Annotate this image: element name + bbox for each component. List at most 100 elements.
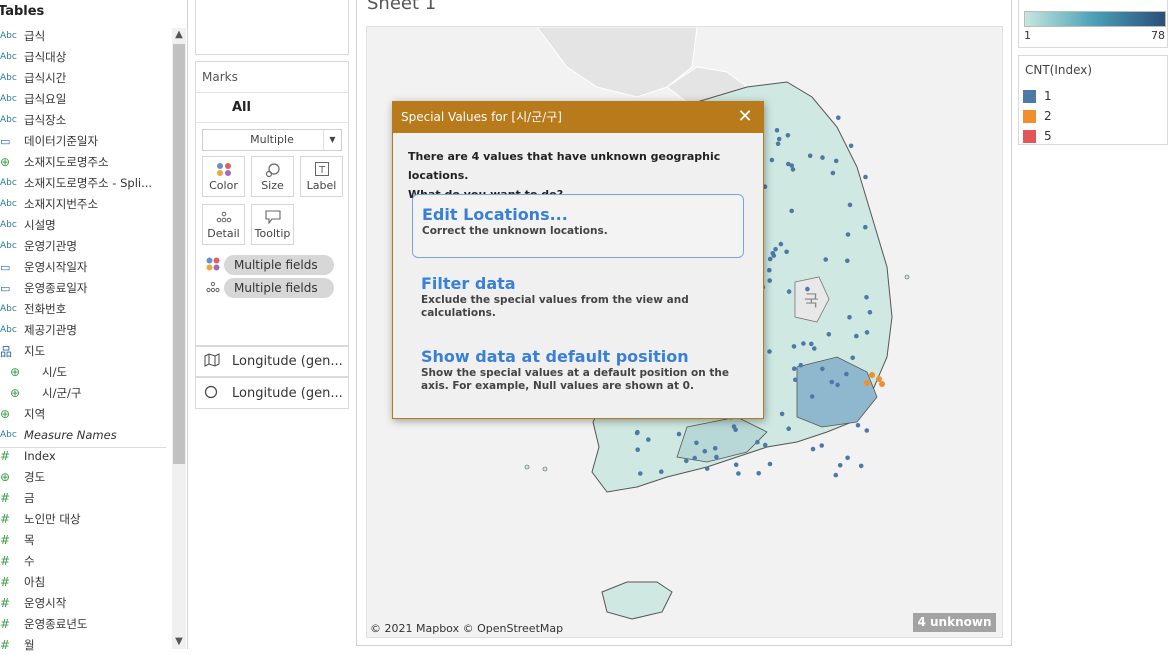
field-item[interactable]: ⊕ 시/도 [0,362,170,382]
size-button[interactable]: Size [251,156,294,197]
field-item[interactable]: # 아침 [0,572,170,592]
field-item[interactable]: Abc 시설명 [0,215,170,235]
map-point [779,411,785,417]
field-item[interactable]: # 노인만 대상 [0,509,170,529]
legend-item[interactable]: 2 [1023,109,1052,123]
field-item[interactable]: Abc 급식장소 [0,110,170,130]
option-heading[interactable]: Filter data [421,274,735,294]
color-button[interactable]: Color [202,156,245,197]
map-point [829,379,835,385]
field-item[interactable]: ⊕ 지역 [0,404,170,424]
legend-item[interactable]: 1 [1023,89,1052,103]
marks-all-tab[interactable]: All [232,100,251,115]
marks-layer-longitude-map[interactable]: Longitude (gen... [195,346,349,377]
map-point [767,349,772,354]
field-item[interactable]: Abc 급식요일 [0,89,170,109]
field-item[interactable]: Abc 소재지도로명주소 - Spli... [0,173,170,193]
map-point [731,424,737,429]
field-item[interactable]: # 수 [0,551,170,571]
scrollbar-thumb[interactable] [173,44,185,464]
map-point [848,143,854,149]
marks-layer-label: Longitude (gen... [232,385,343,401]
edit-locations-option[interactable]: Edit Locations... Correct the unknown lo… [412,194,744,258]
option-description: Show the special values at a default pos… [421,367,730,392]
cnt-index-legend[interactable]: CNT(Index) 1 2 5 [1018,55,1168,145]
filter-data-option[interactable]: Filter data Exclude the special values f… [412,264,744,328]
field-name: 경도 [24,470,46,484]
map-icon [204,353,232,370]
show-default-position-option[interactable]: Show data at default position Show the s… [412,337,744,401]
option-heading[interactable]: Show data at default position [421,347,735,367]
field-item[interactable]: ⊕ 소재지도로명주소 [0,152,170,172]
globe-icon: ⊕ [0,155,11,169]
field-item[interactable]: ⊕ 시/군/구 [0,383,170,403]
map-point [833,472,839,478]
map-point [755,439,760,445]
detail-fields-pill-row[interactable]: Multiple fields [206,278,334,298]
legend-item-label: 5 [1044,129,1052,143]
legend-item[interactable]: 5 [1023,129,1052,143]
marks-layer-longitude-circle[interactable]: Longitude (gen... [195,377,349,409]
field-item[interactable]: # 목 [0,530,170,550]
field-item[interactable]: Abc 급식 [0,26,170,46]
map-point [837,463,843,468]
text-label-icon: T [301,157,342,179]
field-item[interactable]: 品 지도 [0,341,170,361]
detail-button[interactable]: Detail [202,204,245,245]
abc-string-icon: Abc [0,94,17,104]
field-item[interactable]: Abc 급식대상 [0,47,170,67]
unknown-values-indicator[interactable]: 4 unknown [913,613,996,632]
field-item[interactable]: # 운영시작 [0,593,170,613]
field-item[interactable]: # 금 [0,488,170,508]
map-point [790,167,796,172]
tooltip-button[interactable]: Tooltip [251,204,294,245]
scroll-down-arrow-icon[interactable]: ▼ [172,635,186,649]
abc-string-icon: Abc [0,115,17,125]
number-icon: # [0,554,11,568]
field-item[interactable]: Abc 전화번호 [0,299,170,319]
continuous-color-legend[interactable]: 1 78 [1018,0,1168,48]
size-label: Size [261,179,284,192]
scroll-up-arrow-icon[interactable]: ▲ [172,28,186,42]
field-item[interactable]: Abc Measure Names [0,425,170,445]
field-item[interactable]: Abc 제공기관명 [0,320,170,340]
label-button[interactable]: T Label [300,156,343,197]
field-item[interactable]: ⊕ 경도 [0,467,170,487]
map-point [712,446,718,451]
map-point [809,341,814,347]
map-point [798,362,804,368]
legend-swatch-3 [1023,129,1036,143]
map-point [850,355,855,361]
field-name: 시/군/구 [42,386,82,400]
field-name: 소재지도로명주소 - Spli... [24,176,153,190]
map-point [778,241,784,247]
map-point [767,461,773,467]
marks-title: Marks [202,70,238,84]
field-item[interactable]: Abc 급식시간 [0,68,170,88]
field-item[interactable]: Abc 운영기관명 [0,236,170,256]
close-icon[interactable]: ✕ [735,102,755,133]
map-point [833,158,839,164]
field-item[interactable]: ▭ 운영시작일자 [0,257,170,277]
calendar-icon: ▭ [0,134,11,148]
field-item[interactable]: # 월 [0,635,170,655]
field-item[interactable]: ▭ 운영종료일자 [0,278,170,298]
field-item[interactable]: ▭ 데이터기준일자 [0,131,170,151]
field-item[interactable]: # Index [0,446,170,466]
data-pane-scrollbar[interactable]: ▲ ▼ [172,28,186,649]
sheet-title[interactable]: Sheet 1 [367,0,436,14]
field-name: 운영종료년도 [24,617,88,631]
mark-type-dropdown[interactable]: Multiple ▼ [202,129,342,151]
chevron-down-icon[interactable]: ▼ [323,130,341,150]
multiple-fields-pill[interactable]: Multiple fields [224,255,334,275]
map-point [879,381,885,387]
multiple-fields-pill[interactable]: Multiple fields [224,278,334,298]
detail-dots-icon [203,205,244,227]
map-point [646,437,651,442]
filters-card[interactable] [195,0,349,55]
color-fields-pill-row[interactable]: Multiple fields [206,255,334,275]
field-item[interactable]: Abc 소재지지번주소 [0,194,170,214]
field-item[interactable]: # 운영종료년도 [0,614,170,634]
option-heading[interactable]: Edit Locations... [422,205,734,225]
number-icon: # [0,449,11,463]
